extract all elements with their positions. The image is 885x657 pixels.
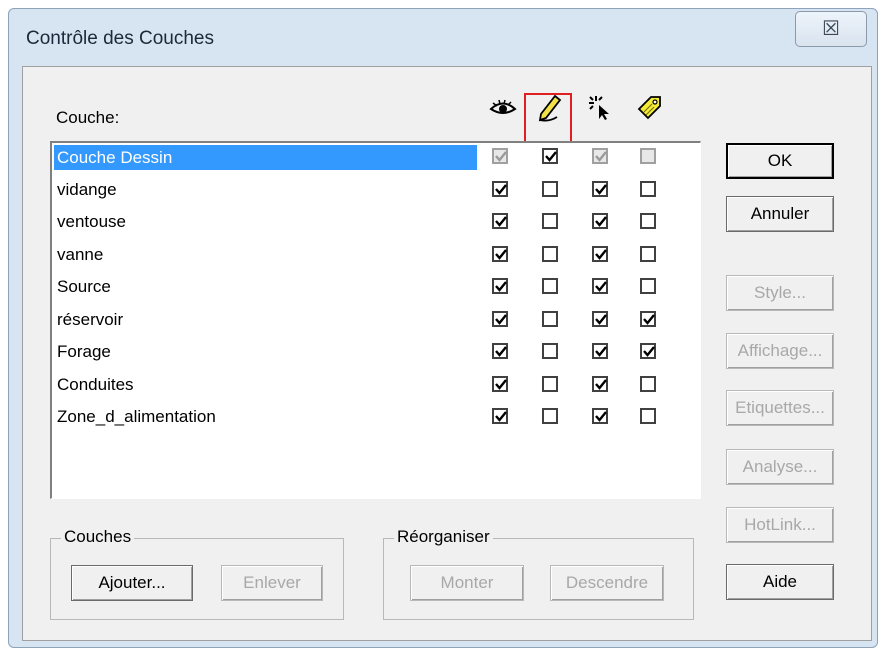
layer-editable-checkbox[interactable] bbox=[542, 213, 558, 229]
layer-labels-checkbox[interactable] bbox=[640, 375, 656, 392]
tag-icon bbox=[633, 91, 663, 125]
layer-editable-checkbox[interactable] bbox=[542, 375, 558, 392]
layer-name: vidange bbox=[57, 179, 117, 199]
move-down-button[interactable]: Descendre bbox=[550, 565, 664, 601]
eye-icon bbox=[488, 91, 518, 125]
layer-labels-checkbox[interactable] bbox=[640, 278, 656, 294]
layer-name: réservoir bbox=[57, 309, 124, 329]
layer-labels-checkbox[interactable] bbox=[640, 180, 656, 197]
reorder-group-legend: Réorganiser bbox=[394, 527, 493, 547]
dialog-title: Contrôle des Couches bbox=[26, 28, 214, 49]
layer-selectable-checkbox[interactable] bbox=[592, 278, 608, 294]
style-button[interactable]: Style... bbox=[726, 275, 834, 311]
cancel-button[interactable]: Annuler bbox=[726, 196, 834, 232]
layer-name: ventouse bbox=[57, 212, 126, 231]
layer-labels-checkbox[interactable] bbox=[640, 343, 656, 359]
layer-editable-checkbox[interactable] bbox=[542, 278, 558, 294]
layer-editable-checkbox[interactable] bbox=[542, 310, 558, 327]
layers-group-legend: Couches bbox=[61, 527, 135, 547]
layer-visible-checkbox[interactable] bbox=[492, 245, 508, 262]
layer-visible-checkbox[interactable] bbox=[492, 310, 508, 327]
layer-row[interactable]: ventouse bbox=[52, 208, 701, 239]
layer-visible-checkbox[interactable] bbox=[492, 148, 508, 164]
layer-selectable-checkbox[interactable] bbox=[592, 343, 608, 359]
labels-button[interactable]: Etiquettes... bbox=[726, 390, 834, 426]
display-button[interactable]: Affichage... bbox=[726, 333, 834, 369]
layer-name: Zone_d_alimentation bbox=[57, 407, 216, 426]
layer-name: Couche Dessin bbox=[54, 145, 477, 170]
layer-labels-checkbox[interactable] bbox=[640, 310, 656, 327]
layer-name: vanne bbox=[57, 244, 104, 264]
layer-visible-checkbox[interactable] bbox=[492, 408, 508, 424]
layer-list-label: Couche: bbox=[56, 108, 120, 127]
layer-editable-checkbox[interactable] bbox=[542, 245, 558, 262]
layer-name: Conduites bbox=[57, 374, 134, 394]
layer-visible-checkbox[interactable] bbox=[492, 375, 508, 392]
analysis-button[interactable]: Analyse... bbox=[726, 449, 834, 485]
layer-editable-checkbox[interactable] bbox=[542, 180, 558, 197]
layer-row[interactable]: vanne bbox=[52, 241, 701, 272]
layer-list[interactable]: Couche Dessin vidange ventouse vanne Source r… bbox=[50, 141, 701, 499]
layer-selectable-checkbox[interactable] bbox=[592, 148, 608, 164]
layer-row[interactable]: Couche Dessin bbox=[52, 143, 701, 174]
layer-selectable-checkbox[interactable] bbox=[592, 310, 608, 327]
layer-row[interactable]: Source bbox=[52, 273, 701, 304]
layer-labels-checkbox[interactable] bbox=[640, 213, 656, 229]
layer-labels-checkbox[interactable] bbox=[640, 148, 656, 164]
layer-selectable-checkbox[interactable] bbox=[592, 408, 608, 424]
layer-row[interactable]: Conduites bbox=[52, 371, 701, 402]
layer-editable-checkbox[interactable] bbox=[542, 408, 558, 424]
hotlink-button[interactable]: HotLink... bbox=[726, 507, 834, 543]
layer-visible-checkbox[interactable] bbox=[492, 278, 508, 294]
close-button[interactable]: ☒ bbox=[795, 11, 867, 47]
layer-visible-checkbox[interactable] bbox=[492, 213, 508, 229]
layer-editable-checkbox[interactable] bbox=[542, 343, 558, 359]
layer-selectable-checkbox[interactable] bbox=[592, 180, 608, 197]
layer-selectable-checkbox[interactable] bbox=[592, 375, 608, 392]
layer-labels-checkbox[interactable] bbox=[640, 408, 656, 424]
close-icon: ☒ bbox=[822, 18, 840, 40]
layer-row[interactable]: Forage bbox=[52, 338, 701, 369]
move-up-button[interactable]: Monter bbox=[410, 565, 524, 601]
add-layer-button[interactable]: Ajouter... bbox=[71, 565, 193, 601]
layer-visible-checkbox[interactable] bbox=[492, 343, 508, 359]
layer-selectable-checkbox[interactable] bbox=[592, 245, 608, 262]
ok-button[interactable]: OK bbox=[726, 143, 834, 179]
layer-name: Source bbox=[57, 277, 111, 296]
layer-row[interactable]: réservoir bbox=[52, 306, 701, 337]
layer-editable-checkbox[interactable] bbox=[542, 148, 558, 164]
layer-selectable-checkbox[interactable] bbox=[592, 213, 608, 229]
layer-labels-checkbox[interactable] bbox=[640, 245, 656, 262]
layer-visible-checkbox[interactable] bbox=[492, 180, 508, 197]
help-button[interactable]: Aide bbox=[726, 564, 834, 600]
layer-row[interactable]: Zone_d_alimentation bbox=[52, 403, 701, 434]
remove-layer-button[interactable]: Enlever bbox=[221, 565, 323, 601]
cursor-select-icon bbox=[585, 91, 615, 125]
layer-name: Forage bbox=[57, 342, 111, 361]
layer-row[interactable]: vidange bbox=[52, 176, 701, 207]
